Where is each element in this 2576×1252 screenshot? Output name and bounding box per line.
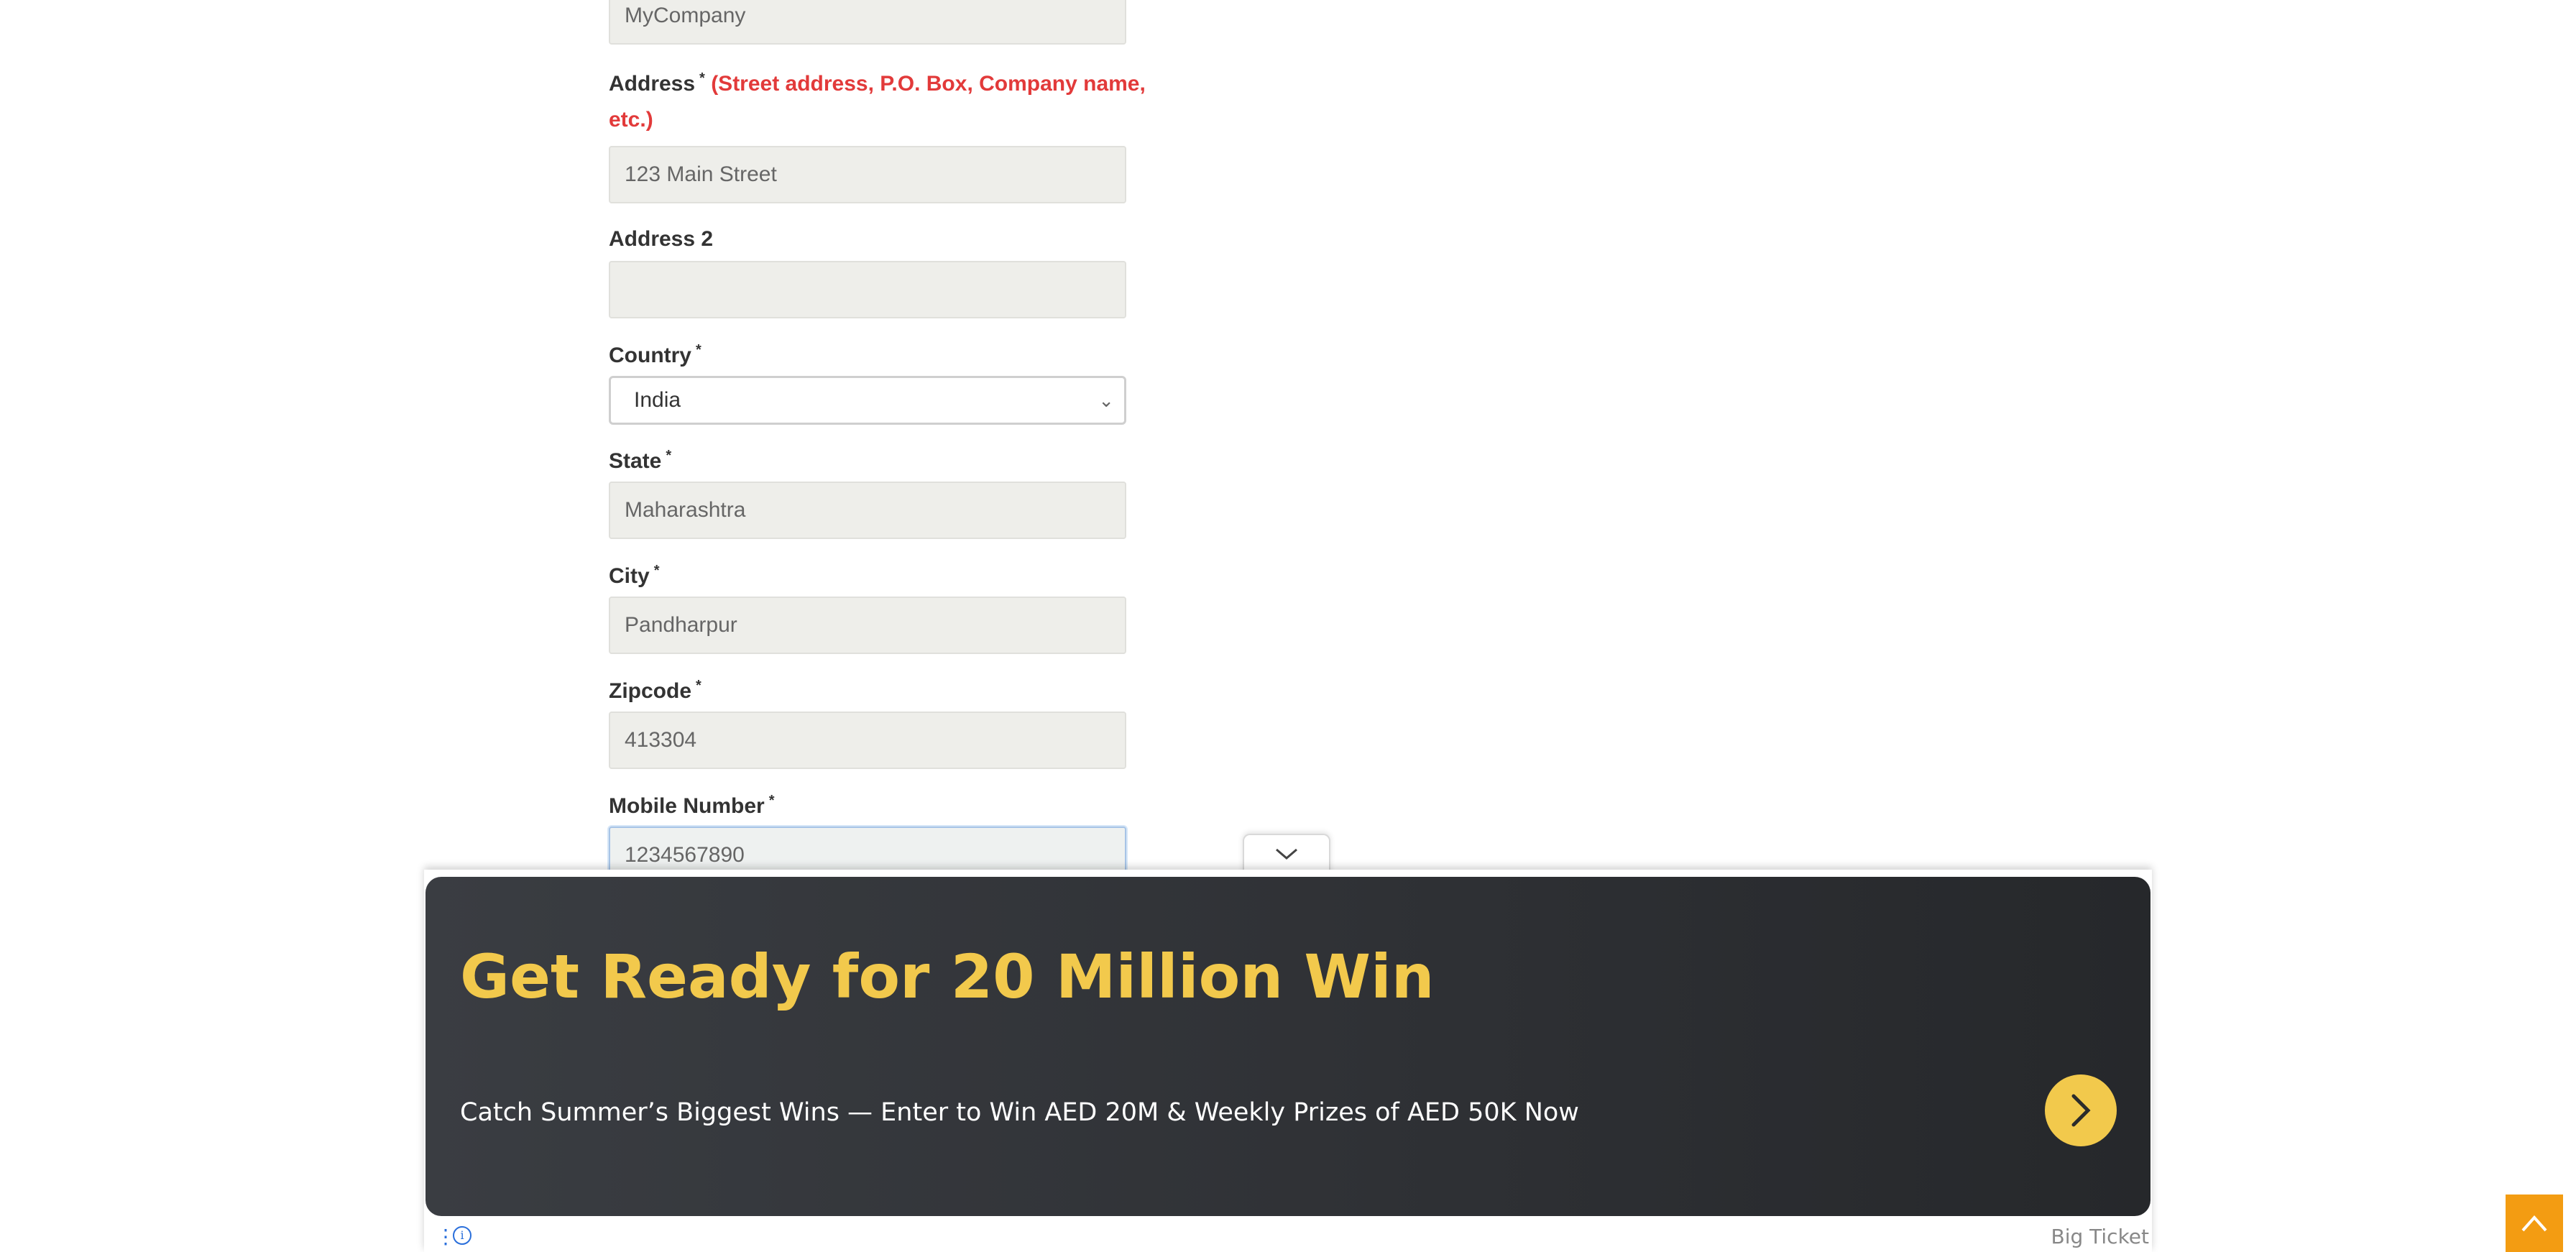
company-input[interactable] bbox=[609, 0, 1126, 45]
chevron-up-icon bbox=[2521, 1215, 2547, 1232]
ad-info-icon[interactable]: i bbox=[453, 1226, 472, 1245]
ad-card[interactable]: Get Ready for 20 Million Win Catch Summe… bbox=[426, 877, 2150, 1216]
ad-title: Get Ready for 20 Million Win bbox=[460, 942, 1435, 1012]
zipcode-label: Zipcode * bbox=[609, 678, 702, 703]
address-input[interactable] bbox=[609, 146, 1126, 203]
mobile-label: Mobile Number * bbox=[609, 793, 775, 818]
ad-banner: Get Ready for 20 Million Win Catch Summe… bbox=[424, 870, 2152, 1252]
chevron-down-icon: ⌄ bbox=[1098, 390, 1114, 411]
city-input[interactable] bbox=[609, 597, 1126, 654]
chevron-right-icon bbox=[2071, 1094, 2091, 1127]
chevron-down-icon bbox=[1276, 848, 1297, 860]
state-input[interactable] bbox=[609, 482, 1126, 539]
country-selected-value: India bbox=[634, 388, 681, 412]
address-hint: (Street address, P.O. Box, Company name, bbox=[711, 72, 1146, 96]
scroll-to-top-button[interactable] bbox=[2506, 1195, 2563, 1252]
country-label: Country * bbox=[609, 342, 702, 367]
country-select[interactable]: India ⌄ bbox=[609, 376, 1126, 425]
ad-sponsor-label: Big Ticket bbox=[2051, 1225, 2150, 1248]
address-label: Address * (Street address, P.O. Box, Comp… bbox=[609, 70, 1146, 96]
zipcode-input[interactable] bbox=[609, 712, 1126, 769]
ad-body: Catch Summer’s Biggest Wins — Enter to W… bbox=[460, 1098, 1579, 1127]
state-label: State * bbox=[609, 448, 672, 473]
address2-label: Address 2 bbox=[609, 227, 714, 251]
city-label: City * bbox=[609, 563, 660, 588]
address-hint-continued: etc.) bbox=[609, 108, 653, 132]
address2-input[interactable] bbox=[609, 261, 1126, 318]
ad-cta-button[interactable] bbox=[2045, 1074, 2117, 1146]
